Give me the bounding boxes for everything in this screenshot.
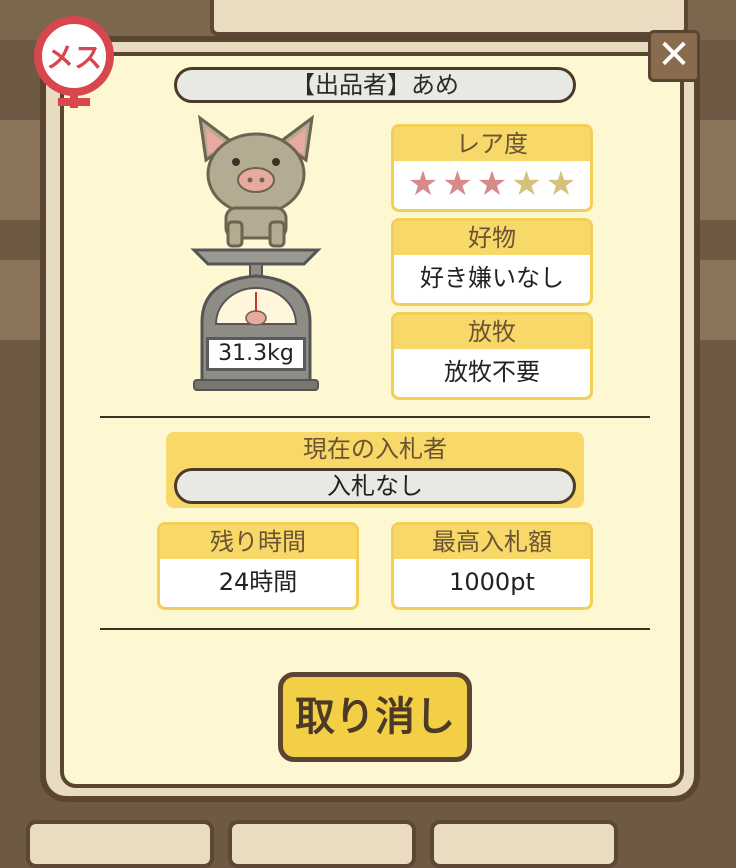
background-beam <box>700 120 736 220</box>
highest-bid-card: 最高入札額 1000pt <box>391 522 593 610</box>
background-beam <box>0 120 40 220</box>
star-filled-icon: ★ <box>476 164 508 204</box>
current-bidder-label: 現在の入札者 <box>303 435 447 463</box>
rarity-label: レア度 <box>394 127 590 161</box>
favorite-food-card: 好物 好き嫌いなし <box>391 218 593 306</box>
pig-weight-value: 31.3kg <box>206 337 306 371</box>
highest-bid-value: 1000pt <box>449 568 535 596</box>
star-empty-icon: ★ <box>511 164 542 204</box>
grazing-value: 放牧不要 <box>444 358 540 386</box>
time-left-label: 残り時間 <box>160 525 356 559</box>
divider <box>100 416 650 418</box>
background-tab-button <box>228 820 416 868</box>
background-beam <box>700 260 736 340</box>
rarity-stars: ★ ★ ★ ★ ★ <box>394 161 590 207</box>
star-empty-icon: ★ <box>545 164 577 204</box>
favorite-food-value: 好き嫌いなし <box>420 264 564 292</box>
grazing-label: 放牧 <box>394 315 590 349</box>
star-filled-icon: ★ <box>407 164 439 204</box>
gender-label: メス <box>46 41 102 74</box>
close-icon: ✕ <box>657 32 691 78</box>
background-tab-button <box>26 820 214 868</box>
background-title-plate <box>210 0 688 36</box>
background-beam <box>0 260 40 340</box>
close-button[interactable]: ✕ <box>648 30 700 82</box>
current-bidder-card: 現在の入札者 入札なし <box>166 432 584 508</box>
rarity-card: レア度 ★ ★ ★ ★ ★ <box>391 124 593 212</box>
divider <box>100 628 650 630</box>
favorite-food-label: 好物 <box>394 221 590 255</box>
highest-bid-label: 最高入札額 <box>394 525 590 559</box>
background-tab-button <box>430 820 618 868</box>
star-filled-icon: ★ <box>442 164 473 204</box>
female-gender-icon: メス <box>34 16 114 108</box>
time-left-card: 残り時間 24時間 <box>157 522 359 610</box>
current-bidder-value: 入札なし <box>174 468 576 504</box>
time-left-value: 24時間 <box>218 568 298 596</box>
grazing-card: 放牧 放牧不要 <box>391 312 593 400</box>
seller-name: 【出品者】あめ <box>174 67 576 103</box>
cancel-listing-button[interactable]: 取り消し <box>278 672 472 762</box>
